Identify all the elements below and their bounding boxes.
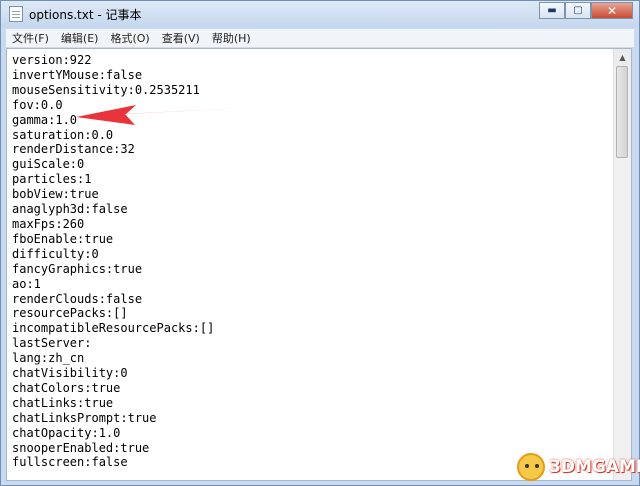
scroll-up-icon[interactable]: ▲	[614, 49, 631, 66]
text-line: chatColors:true	[12, 380, 121, 395]
text-line: mouseSensitivity:0.2535211	[12, 82, 200, 97]
scroll-thumb[interactable]	[616, 66, 628, 158]
text-line: chatLinksPrompt:true	[12, 410, 157, 425]
minimize-button[interactable]: ▬	[539, 2, 565, 19]
text-line: guiScale:0	[12, 157, 85, 172]
notepad-icon	[9, 6, 23, 22]
text-line: fov:0.0	[12, 97, 63, 112]
text-line: chatVisibility:0	[12, 366, 128, 381]
text-line: renderDistance:32	[12, 142, 135, 157]
close-button[interactable]: ✕	[591, 2, 633, 19]
text-line: resourcePacks:[]	[12, 306, 128, 321]
vertical-scrollbar[interactable]: ▲	[613, 49, 631, 480]
text-line: gamma:1.0	[12, 112, 78, 127]
text-line: renderClouds:false	[12, 291, 143, 306]
menu-bar: 文件(F) 编辑(E) 格式(O) 查看(V) 帮助(H)	[6, 29, 634, 48]
text-line: incompatibleResourcePacks:[]	[12, 321, 215, 336]
text-line: fancyGraphics:true	[12, 261, 143, 276]
text-line: chatLinks:true	[12, 395, 114, 410]
text-line: anaglyph3d:false	[12, 202, 128, 217]
text-line: lastServer:	[12, 336, 92, 351]
text-line: snooperEnabled:true	[12, 440, 150, 455]
text-line: chatOpacity:1.0	[12, 425, 121, 440]
notepad-window: options.txt - 记事本 ▬ ▢ ✕ 文件(F) 编辑(E) 格式(O…	[0, 0, 640, 486]
text-line: fboEnable:true	[12, 231, 114, 246]
text-line: version:922	[12, 53, 92, 67]
menu-view[interactable]: 查看(V)	[156, 30, 206, 46]
watermark-text: 3DMGAME	[549, 457, 640, 477]
text-line: difficulty:0	[12, 246, 99, 261]
text-line: maxFps:260	[12, 216, 85, 231]
menu-file[interactable]: 文件(F)	[6, 30, 55, 46]
window-controls: ▬ ▢ ✕	[539, 2, 633, 20]
menu-help[interactable]: 帮助(H)	[206, 30, 257, 46]
text-line: saturation:0.0	[12, 127, 114, 142]
mascot-logo-icon	[517, 453, 545, 481]
text-content[interactable]: version:922 invertYMouse:false mouseSensit…	[12, 53, 214, 470]
text-line: fullscreen:false	[12, 455, 128, 470]
text-line: particles:1	[12, 172, 92, 187]
menu-format[interactable]: 格式(O)	[104, 30, 155, 46]
title-bar[interactable]: options.txt - 记事本 ▬ ▢ ✕	[1, 1, 639, 27]
text-editor[interactable]: version:922 invertYMouse:false mouseSensit…	[6, 48, 632, 481]
menu-edit[interactable]: 编辑(E)	[55, 30, 105, 46]
text-line: lang:zh_cn	[12, 351, 85, 366]
window-title: options.txt - 记事本	[29, 8, 142, 22]
text-line: bobView:true	[12, 187, 99, 202]
text-line: invertYMouse:false	[12, 67, 143, 82]
text-line: ao:1	[12, 276, 41, 291]
watermark: 3DMGAME	[517, 452, 640, 482]
maximize-button[interactable]: ▢	[565, 2, 591, 19]
